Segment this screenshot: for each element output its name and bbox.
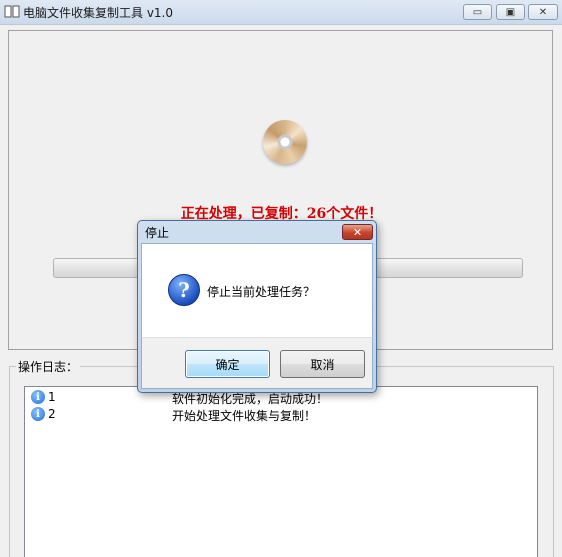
- window-title: 电脑文件收集复制工具 v1.0: [23, 6, 174, 20]
- window-titlebar: 电脑文件收集复制工具 v1.0 ▭ ▣ ✕: [0, 0, 562, 25]
- maximize-icon: ▣: [505, 6, 516, 18]
- log-entry-index: 1: [48, 390, 56, 404]
- dialog-title: 停止: [145, 226, 170, 240]
- log-label: 操作日志：: [16, 358, 81, 375]
- close-button[interactable]: ✕: [528, 4, 558, 20]
- stop-dialog: 停止 ✕ ? 停止当前处理任务？ 确定 取消: [137, 220, 377, 393]
- minimize-button[interactable]: ▭: [463, 4, 492, 20]
- dialog-close-button[interactable]: ✕: [342, 224, 373, 240]
- cancel-button[interactable]: 取消: [280, 350, 365, 378]
- dialog-footer: 确定 取消: [141, 337, 373, 389]
- log-entry-index: 2: [48, 407, 56, 421]
- disc-icon: [263, 120, 307, 164]
- dialog-body: ? 停止当前处理任务？: [141, 243, 373, 337]
- maximize-button[interactable]: ▣: [496, 4, 525, 20]
- app-icon: [4, 5, 20, 18]
- log-entry-message: 开始处理文件收集与复制！: [172, 409, 317, 423]
- info-icon: i: [31, 407, 45, 421]
- ok-button[interactable]: 确定: [185, 350, 270, 378]
- close-icon: ✕: [538, 6, 548, 18]
- log-list[interactable]: i 1 软件初始化完成，启动成功！ i 2 开始处理文件收集与复制！: [24, 386, 538, 557]
- log-entry[interactable]: i 2 开始处理文件收集与复制！: [25, 406, 537, 423]
- close-icon: ✕: [352, 225, 363, 239]
- info-icon: i: [31, 390, 45, 404]
- question-icon: ?: [168, 274, 200, 306]
- minimize-icon: ▭: [472, 6, 483, 18]
- dialog-message: 停止当前处理任务？: [207, 285, 316, 299]
